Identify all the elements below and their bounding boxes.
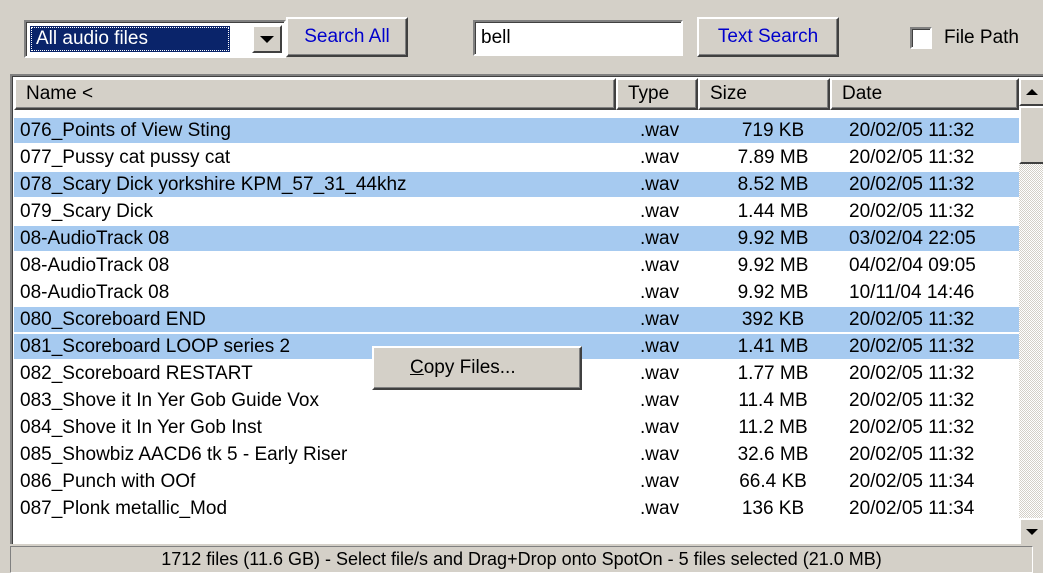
copy-files-label: Copy Files... bbox=[410, 357, 516, 379]
file-size-cell: 7.89 MB bbox=[737, 147, 809, 168]
list-rows: 076_Points of View Sting .wav 719 KB 20/02/… bbox=[14, 117, 1019, 522]
table-row[interactable]: 086_Punch with OOf .wav 66.4 KB 20/02/05 11… bbox=[14, 468, 1019, 495]
file-name-cell: 085_Showbiz AACD6 tk 5 - Early Riser bbox=[20, 444, 348, 465]
column-header-date[interactable]: Date bbox=[830, 78, 1019, 110]
file-type-cell: .wav bbox=[640, 309, 680, 330]
file-name-cell: 086_Punch with OOf bbox=[20, 471, 196, 492]
table-row[interactable]: 080_Scoreboard END .wav 392 KB 20/02/05 11:… bbox=[14, 306, 1019, 333]
table-row[interactable]: 077_Pussy cat pussy cat .wav 7.89 MB 20/02/… bbox=[14, 144, 1019, 171]
file-date-cell: 20/02/05 11:34 bbox=[849, 498, 975, 519]
file-date-cell: 04/02/04 09:05 bbox=[849, 255, 976, 276]
file-path-checkbox[interactable] bbox=[910, 27, 932, 49]
file-size-cell: 32.6 MB bbox=[737, 444, 809, 465]
status-bar: 1712 files (11.6 GB) - Select file/s and… bbox=[10, 546, 1033, 573]
file-size-cell: 9.92 MB bbox=[737, 255, 809, 276]
file-type-cell: .wav bbox=[640, 255, 680, 276]
file-size-cell: 9.92 MB bbox=[737, 282, 809, 303]
file-type-cell: .wav bbox=[640, 120, 680, 141]
file-name-cell: 079_Scary Dick bbox=[20, 201, 154, 222]
table-row[interactable]: 08-AudioTrack 08 .wav 9.92 MB 04/02/04 09:0… bbox=[14, 252, 1019, 279]
file-name-cell: 084_Shove it In Yer Gob Inst bbox=[20, 417, 262, 438]
file-name-cell: 076_Points of View Sting bbox=[20, 120, 231, 141]
file-date-cell: 20/02/05 11:32 bbox=[849, 363, 975, 384]
file-type-cell: .wav bbox=[640, 228, 680, 249]
file-type-cell: .wav bbox=[640, 201, 680, 222]
file-date-cell: 20/02/05 11:32 bbox=[849, 174, 975, 195]
file-date-cell: 20/02/05 11:32 bbox=[849, 444, 975, 465]
file-date-cell: 20/02/05 11:32 bbox=[849, 147, 975, 168]
file-size-cell: 8.52 MB bbox=[737, 174, 809, 195]
file-type-dropdown[interactable]: All audio files bbox=[24, 20, 286, 58]
file-type-cell: .wav bbox=[640, 174, 680, 195]
file-size-cell: 11.2 MB bbox=[738, 417, 808, 438]
scroll-down-button[interactable] bbox=[1019, 518, 1043, 544]
list-header: Name < Type Size Date bbox=[14, 78, 1019, 110]
file-date-cell: 20/02/05 11:32 bbox=[849, 336, 975, 357]
copy-files-mnemonic: C bbox=[410, 357, 424, 378]
scroll-up-button[interactable] bbox=[1019, 78, 1043, 106]
file-size-cell: 11.4 MB bbox=[738, 390, 808, 411]
table-row[interactable]: 085_Showbiz AACD6 tk 5 - Early Riser .wav… bbox=[14, 441, 1019, 468]
file-name-cell: 087_Plonk metallic_Mod bbox=[20, 498, 228, 519]
file-type-selected: All audio files bbox=[30, 26, 230, 52]
table-row[interactable]: 08-AudioTrack 08 .wav 9.92 MB 03/02/04 22:0… bbox=[14, 225, 1019, 252]
file-size-cell: 1.77 MB bbox=[737, 363, 809, 384]
table-row[interactable]: 083_Shove it In Yer Gob Guide Vox .wav 11.… bbox=[14, 387, 1019, 414]
table-row[interactable]: 076_Points of View Sting .wav 719 KB 20/02/… bbox=[14, 117, 1019, 144]
text-search-button[interactable]: Text Search bbox=[697, 17, 839, 57]
file-date-cell: 20/02/05 11:32 bbox=[849, 309, 975, 330]
file-name-cell: 080_Scoreboard END bbox=[20, 309, 206, 330]
file-name-cell: 08-AudioTrack 08 bbox=[20, 228, 170, 249]
file-date-cell: 20/02/05 11:32 bbox=[849, 120, 975, 141]
column-header-name[interactable]: Name < bbox=[14, 78, 616, 110]
file-type-cell: .wav bbox=[640, 390, 680, 411]
file-date-cell: 03/02/04 22:05 bbox=[849, 228, 976, 249]
file-type-cell: .wav bbox=[640, 363, 680, 384]
search-all-button[interactable]: Search All bbox=[286, 17, 408, 57]
chevron-down-icon bbox=[260, 35, 274, 43]
copy-files-menu-item[interactable]: Copy Files... bbox=[372, 346, 582, 390]
file-name-cell: 078_Scary Dick yorkshire KPM_57_31_44khz bbox=[20, 174, 407, 195]
file-type-cell: .wav bbox=[640, 147, 680, 168]
column-header-size[interactable]: Size bbox=[698, 78, 830, 110]
file-name-cell: 08-AudioTrack 08 bbox=[20, 282, 170, 303]
file-date-cell: 20/02/05 11:32 bbox=[849, 201, 975, 222]
file-date-cell: 20/02/05 11:32 bbox=[849, 417, 975, 438]
arrow-down-icon bbox=[1026, 529, 1038, 535]
file-size-cell: 136 KB bbox=[741, 498, 805, 519]
table-row[interactable]: 08-AudioTrack 08 .wav 9.92 MB 10/11/04 14:4… bbox=[14, 279, 1019, 306]
search-input[interactable]: bell bbox=[473, 20, 683, 56]
file-type-cell: .wav bbox=[640, 336, 680, 357]
column-header-type[interactable]: Type bbox=[616, 78, 698, 110]
table-row[interactable]: 084_Shove it In Yer Gob Inst .wav 11.2 MB 2… bbox=[14, 414, 1019, 441]
file-type-cell: .wav bbox=[640, 444, 680, 465]
file-size-cell: 392 KB bbox=[741, 309, 805, 330]
file-type-cell: .wav bbox=[640, 471, 680, 492]
file-date-cell: 20/02/05 11:32 bbox=[849, 390, 975, 411]
dropdown-arrow-button[interactable] bbox=[252, 25, 282, 53]
file-size-cell: 66.4 KB bbox=[739, 471, 807, 492]
file-name-cell: 077_Pussy cat pussy cat bbox=[20, 147, 231, 168]
file-size-cell: 719 KB bbox=[741, 120, 805, 141]
file-name-cell: 08-AudioTrack 08 bbox=[20, 255, 170, 276]
file-size-cell: 1.44 MB bbox=[737, 201, 809, 222]
copy-files-label-rest: opy Files... bbox=[423, 357, 516, 378]
file-list[interactable]: Name < Type Size Date 076_Points of View… bbox=[10, 74, 1043, 544]
file-type-cell: .wav bbox=[640, 282, 680, 303]
file-size-cell: 9.92 MB bbox=[737, 228, 809, 249]
table-row[interactable]: 087_Plonk metallic_Mod .wav 136 KB 20/02/05… bbox=[14, 495, 1019, 522]
table-row[interactable]: 079_Scary Dick .wav 1.44 MB 20/02/05 11:32 bbox=[14, 198, 1019, 225]
file-type-cell: .wav bbox=[640, 498, 680, 519]
vertical-scrollbar[interactable] bbox=[1019, 78, 1043, 544]
table-row[interactable]: 078_Scary Dick yorkshire KPM_57_31_44khz… bbox=[14, 171, 1019, 198]
file-path-option[interactable]: File Path bbox=[910, 27, 1019, 49]
scroll-thumb[interactable] bbox=[1019, 106, 1043, 164]
file-size-cell: 1.41 MB bbox=[737, 336, 809, 357]
file-path-label: File Path bbox=[944, 27, 1019, 48]
file-date-cell: 20/02/05 11:34 bbox=[849, 471, 975, 492]
arrow-up-icon bbox=[1026, 89, 1038, 95]
file-name-cell: 083_Shove it In Yer Gob Guide Vox bbox=[20, 390, 319, 411]
file-date-cell: 10/11/04 14:46 bbox=[849, 282, 975, 303]
file-type-cell: .wav bbox=[640, 417, 680, 438]
